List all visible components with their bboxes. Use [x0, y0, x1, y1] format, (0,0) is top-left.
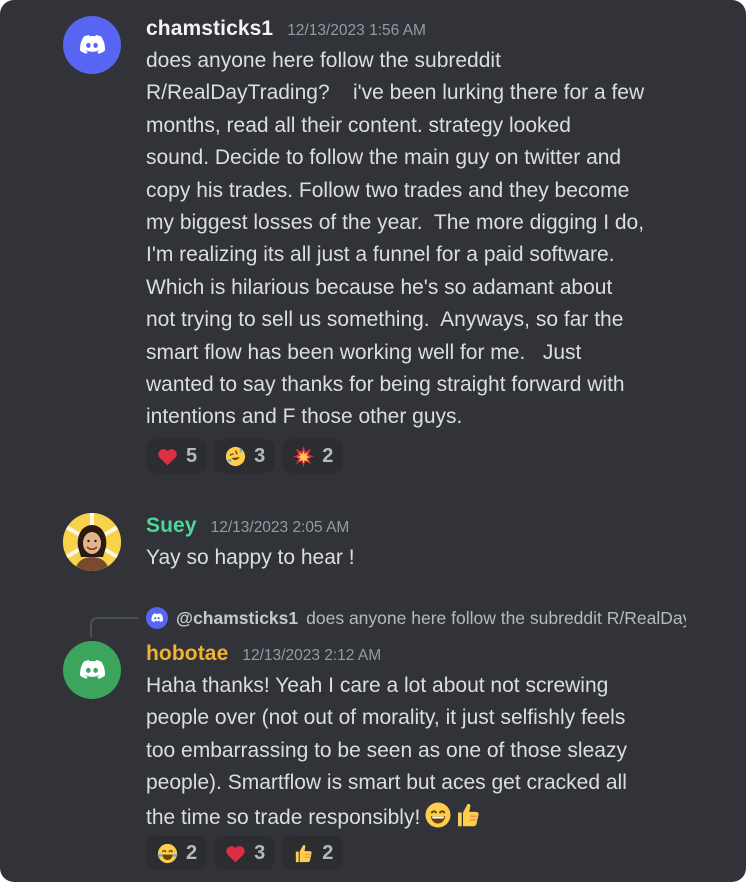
red-heart-icon [224, 842, 247, 865]
reply-reference[interactable]: @chamsticks1 does anyone here follow the… [146, 605, 686, 631]
message-line: my biggest losses of the year. The more … [146, 211, 645, 235]
message-line: does anyone here follow the subreddit [146, 49, 501, 72]
reaction-count: 3 [254, 841, 266, 864]
message-line: sound. Decide to follow the main guy on … [146, 146, 622, 170]
message-line: people). Smartflow is smart but aces get… [146, 771, 627, 795]
timestamp: 12/13/2023 2:12 AM [242, 647, 382, 664]
reply-spine [90, 617, 138, 637]
avatar[interactable] [63, 641, 121, 699]
thumbs-up-icon [453, 800, 483, 830]
reaction-bar: 5 3 2 [146, 439, 344, 473]
message-header: Suey 12/13/2023 2:05 AM [146, 514, 349, 538]
message-header: hobotae 12/13/2023 2:12 AM [146, 642, 381, 666]
grinning-face-with-smiling-eyes-icon [423, 800, 453, 830]
message-line: the time so trade responsibly! [146, 805, 421, 829]
reaction-joy[interactable]: 2 [146, 836, 208, 870]
timestamp: 12/13/2023 1:56 AM [287, 22, 426, 39]
message-line: Which is hilarious because he's so adama… [146, 275, 613, 299]
message-line: too embarrassing to be seen as one of th… [146, 738, 627, 762]
reaction-bar: 2 3 2 [146, 836, 344, 870]
message-line: I'm realizing its all just a funnel for … [146, 243, 615, 267]
message-text: does anyone here follow the subreddit R/… [146, 45, 686, 434]
message-line: copy his trades. Follow two trades and t… [146, 178, 630, 202]
discord-logo-icon [151, 613, 164, 623]
red-heart-icon [156, 445, 179, 468]
reaction-collision[interactable]: 2 [282, 439, 344, 473]
avatar[interactable] [63, 16, 121, 74]
message-text: Yay so happy to hear ! [146, 542, 686, 574]
avatar[interactable] [63, 513, 121, 571]
message-line-last: the time so trade responsibly! [146, 800, 686, 834]
reaction-rofl[interactable]: 3 [214, 439, 276, 473]
message-line: not trying to sell us something. Anyways… [146, 308, 624, 332]
reaction-count: 3 [254, 444, 266, 467]
reaction-count: 2 [322, 841, 334, 864]
username[interactable]: chamsticks1 [146, 17, 273, 41]
reaction-count: 2 [186, 841, 198, 864]
message-text: Haha thanks! Yeah I care a lot about not… [146, 670, 686, 834]
reaction-count: 5 [186, 444, 198, 467]
message-line: smart flow has been working well for me.… [146, 340, 582, 364]
discord-logo-icon [80, 660, 105, 679]
reaction-count: 2 [322, 444, 334, 467]
message-line: months, read all their content. strategy… [146, 113, 571, 137]
message-line: R/RealDayTrading? i've been lurking ther… [146, 81, 645, 105]
message-line: people over (not out of morality, it jus… [146, 706, 626, 730]
discord-chat-window: chamsticks1 12/13/2023 1:56 AM does anyo… [0, 0, 746, 882]
message-line: intentions and F those other guys. [146, 405, 463, 429]
reaction-thumbs-up[interactable]: 2 [282, 836, 344, 870]
thumbs-up-icon [292, 842, 315, 865]
username[interactable]: hobotae [146, 642, 228, 666]
message-line: wanted to say thanks for being straight … [146, 373, 625, 397]
face-with-tears-of-joy-icon [156, 842, 179, 865]
rolling-on-floor-laughing-icon [224, 445, 247, 468]
user-photo-avatar [63, 513, 121, 571]
reply-snippet: does anyone here follow the subreddit R/… [306, 607, 686, 628]
message-line: Haha thanks! Yeah I care a lot about not… [146, 674, 609, 697]
collision-icon [292, 445, 315, 468]
message-line: Yay so happy to hear ! [146, 546, 355, 569]
reply-mention[interactable]: @chamsticks1 [176, 608, 298, 629]
username[interactable]: Suey [146, 514, 197, 538]
message-header: chamsticks1 12/13/2023 1:56 AM [146, 17, 426, 41]
reaction-heart[interactable]: 5 [146, 439, 208, 473]
timestamp: 12/13/2023 2:05 AM [210, 519, 350, 536]
reply-avatar [146, 607, 168, 629]
reaction-heart[interactable]: 3 [214, 836, 276, 870]
discord-logo-icon [80, 35, 105, 54]
